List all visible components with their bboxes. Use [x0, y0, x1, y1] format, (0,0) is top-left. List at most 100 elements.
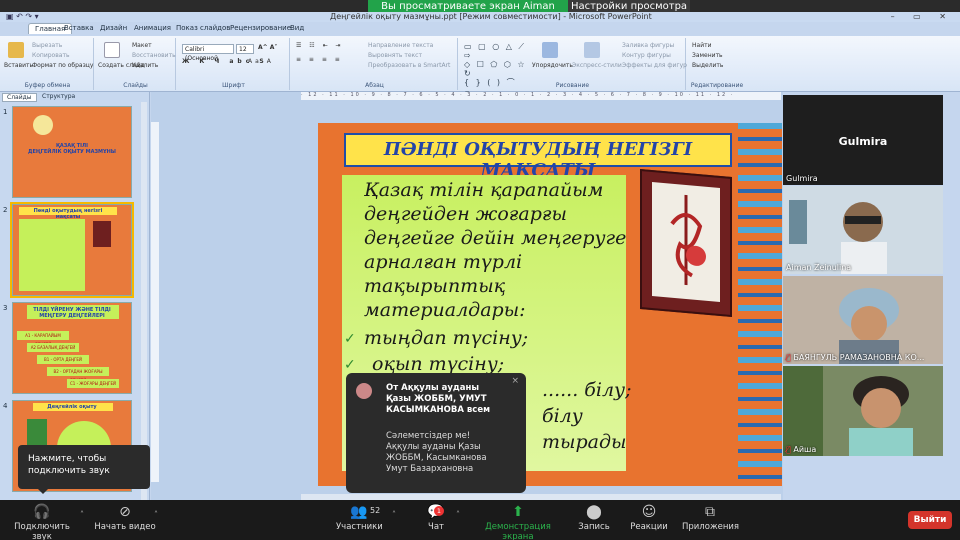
- group-drawing: ▭ ▢ ○ △ ⟋ ⇨◇ ☐ ⬠ ⬡ ☆ ↻{ } ( ) ⌒ ⌓ Упоряд…: [460, 38, 687, 96]
- pane-tabs: Слайды Структура: [0, 92, 150, 102]
- body-line: тақырыптық: [364, 275, 506, 297]
- tab-view[interactable]: Вид: [290, 24, 304, 32]
- group-paragraph: ☰ ☷ ⇤ ⇥ ≡ ≡ ≡ ≡ Направление текста Выров…: [292, 38, 458, 90]
- participant-name-row: 🎙̸ БАЯНГУЛЬ РАМАЗАНОВНА КО...: [786, 353, 924, 362]
- group-slides: Создать слайд Макет Восстановить Удалить…: [96, 38, 176, 90]
- slide-ornament-border: [738, 123, 782, 486]
- participant-name: Aiman Zeinulina: [786, 263, 852, 272]
- meeting-toolbar: 🎧 Подключить звук ˄ ⊘ Начать видео ˄ 👥 У…: [0, 500, 960, 540]
- cut-button[interactable]: Вырезать: [32, 42, 62, 49]
- layout-button[interactable]: Макет: [132, 42, 152, 49]
- paste-icon: [8, 42, 24, 58]
- pane-tab-outline[interactable]: Структура: [38, 93, 79, 100]
- body-line: Қазақ тілін қарапайым: [364, 179, 604, 201]
- participant-tile[interactable]: Aiman Zeinulina: [783, 186, 943, 274]
- select-button[interactable]: Выделить: [692, 62, 723, 69]
- pane-tab-slides[interactable]: Слайды: [2, 93, 37, 102]
- slide-thumbnail[interactable]: ТІЛДІ ҮЙРЕНУ ЖӘНЕ ТІЛДІ МЕҢГЕРУ ДЕҢГЕЙЛЕ…: [12, 302, 132, 394]
- tab-design[interactable]: Дизайн: [100, 24, 127, 32]
- list-icons[interactable]: ☰ ☷ ⇤ ⇥: [296, 42, 344, 49]
- replace-button[interactable]: Заменить: [692, 52, 723, 59]
- window-controls: – ▭ ✕: [890, 12, 954, 21]
- thumb-title: ҚАЗАҚ ТІЛІ ДЕҢГЕЙЛІК ОҚЫТУ МАЗМҰНЫ: [28, 143, 116, 155]
- join-audio-button[interactable]: 🎧 Подключить звук: [6, 504, 78, 540]
- horizontal-ruler: · 12 · 11 · 10 · 9 · 8 · 7 · 6 · 5 · 4 ·…: [301, 92, 781, 100]
- slide-thumbnail[interactable]: ҚАЗАҚ ТІЛІ ДЕҢГЕЙЛІК ОҚЫТУ МАЗМҰНЫ: [12, 106, 132, 198]
- shape-effects-button[interactable]: Эффекты для фигур: [622, 62, 687, 69]
- quick-styles-icon: [584, 42, 600, 58]
- delete-slide-button[interactable]: Удалить: [132, 62, 158, 69]
- paragraph-label: Абзац: [365, 82, 384, 89]
- speaker-tile[interactable]: Gulmira Gulmira: [783, 95, 943, 185]
- picture-inner: [652, 182, 720, 302]
- record-button[interactable]: ⬤ Запись: [574, 504, 614, 532]
- join-audio-label: Подключить звук: [14, 522, 70, 540]
- find-button[interactable]: Найти: [692, 42, 711, 49]
- body-line: деңгейден жоғарғы: [364, 203, 567, 225]
- chat-sender-avatar: [356, 383, 372, 399]
- new-slide-icon: [104, 42, 120, 58]
- tab-insert[interactable]: Вставка: [64, 24, 94, 32]
- participant-tile[interactable]: 🎙̸ Айша: [783, 366, 943, 456]
- align-text-button[interactable]: Выровнять текст: [368, 52, 422, 59]
- slides-pane: Слайды Структура 1 ҚАЗАҚ ТІЛІ ДЕҢГЕЙЛІК …: [0, 92, 150, 508]
- chevron-up-icon[interactable]: ˄: [154, 510, 158, 519]
- font-label: Шрифт: [222, 82, 245, 89]
- start-video-label: Начать видео: [94, 522, 156, 532]
- record-label: Запись: [578, 522, 610, 532]
- reset-button[interactable]: Восстановить: [132, 52, 176, 59]
- video-off-icon: ⊘: [119, 504, 131, 520]
- smiley-icon: ☺: [641, 504, 657, 520]
- chevron-up-icon[interactable]: ˄: [392, 510, 396, 519]
- chat-notification[interactable]: От Аққулы ауданы Қазы ЖОББМ, УМУТ КАСЫМК…: [346, 373, 526, 493]
- arrange-button[interactable]: Упорядочить: [532, 62, 573, 69]
- reactions-button[interactable]: ☺ Реакции: [626, 504, 672, 532]
- text-direction-button[interactable]: Направление текста: [368, 42, 433, 49]
- body-line: деңгейге дейін меңгеруге: [364, 227, 627, 249]
- arrange-icon: [542, 42, 558, 58]
- share-screen-label: Демонстрация экрана: [485, 522, 551, 540]
- tab-review[interactable]: Рецензирование: [230, 24, 291, 32]
- checkmark-icon: ✓: [344, 357, 356, 373]
- thumb-number: 3: [3, 304, 8, 312]
- group-editing: Найти Заменить Выделить Редактирование: [688, 38, 746, 90]
- record-icon: ⬤: [586, 504, 602, 520]
- slide-title-box: ПӘНДІ ОҚЫТУДЫҢ НЕГІЗГІ МАҚСАТЫ: [344, 133, 732, 181]
- font-size-select[interactable]: 12: [236, 44, 254, 54]
- participant-video: [783, 366, 943, 456]
- participant-tile[interactable]: 🎙̸ БАЯНГУЛЬ РАМАЗАНОВНА КО...: [783, 276, 943, 364]
- participant-name: БАЯНГУЛЬ РАМАЗАНОВНА КО...: [793, 353, 925, 362]
- shape-outline-button[interactable]: Контур фигуры: [622, 52, 671, 59]
- apps-label: Приложения: [682, 522, 740, 532]
- leave-button[interactable]: Выйти: [908, 511, 952, 529]
- slide-thumbnail-selected[interactable]: Пәнді оқытудың негізгі мақсаты: [10, 202, 134, 298]
- tab-animation[interactable]: Анимация: [134, 24, 171, 32]
- shape-fill-button[interactable]: Заливка фигуры: [622, 42, 674, 49]
- paste-button[interactable]: Вставить: [4, 62, 33, 69]
- tab-slideshow[interactable]: Показ слайдов: [176, 24, 230, 32]
- drawing-label: Рисование: [555, 82, 590, 89]
- slide-picture: [640, 168, 732, 318]
- chat-button[interactable]: 💬 1 Чат: [420, 504, 452, 532]
- chevron-up-icon[interactable]: ˄: [80, 510, 84, 519]
- align-icons[interactable]: ≡ ≡ ≡ ≡: [296, 56, 343, 63]
- apps-button[interactable]: ⧉ Приложения: [682, 504, 740, 532]
- font-name-select[interactable]: Calibri (Основной: [182, 44, 234, 62]
- copy-button[interactable]: Копировать: [32, 52, 69, 59]
- start-video-button[interactable]: ⊘ Начать видео: [94, 504, 156, 532]
- level-pill: А2 БАЗАЛЫҚ ДЕҢГЕЙ: [27, 343, 79, 352]
- close-icon[interactable]: ×: [511, 376, 519, 386]
- chat-sender: От Аққулы ауданы Қазы ЖОББМ, УМУТ КАСЫМК…: [386, 383, 491, 415]
- smartart-button[interactable]: Преобразовать в SmartArt: [368, 62, 450, 69]
- zoom-window: Вы просматриваете экран Aiman Zeinulina …: [0, 0, 960, 540]
- shapes-gallery[interactable]: ▭ ▢ ○ △ ⟋ ⇨◇ ☐ ⬠ ⬡ ☆ ↻{ } ( ) ⌒ ⌓: [464, 42, 528, 96]
- video-gallery: Gulmira Gulmira Aiman Zeinulina 🎙̸ БАЯНГ…: [783, 93, 945, 463]
- format-painter-button[interactable]: Формат по образцу: [32, 62, 93, 69]
- thumbnails-scrollbar[interactable]: [141, 102, 147, 500]
- chevron-up-icon[interactable]: ˄: [456, 510, 460, 519]
- font-grow-icon[interactable]: A^ A˅: [258, 44, 277, 51]
- share-screen-button[interactable]: ⬆ Демонстрация экрана: [470, 504, 566, 540]
- color-icons[interactable]: Aa A: [248, 58, 274, 65]
- quick-styles-button[interactable]: Экспресс-стили: [572, 62, 622, 69]
- muted-mic-icon: 🎙̸: [786, 353, 791, 362]
